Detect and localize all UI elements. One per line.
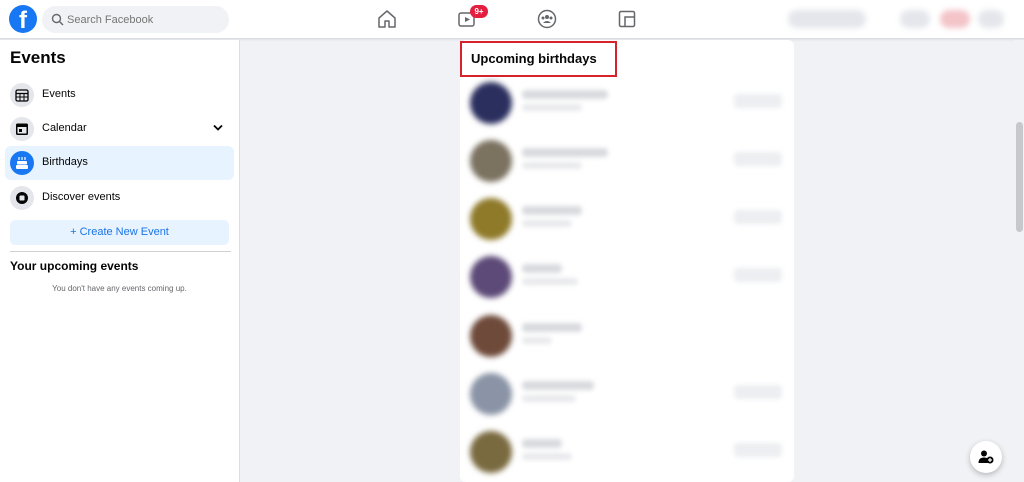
messenger-button[interactable] [940, 10, 970, 28]
redacted-detail [522, 395, 576, 402]
menu-button[interactable] [900, 10, 930, 28]
sidebar-item-birthdays[interactable]: Birthdays [5, 146, 234, 180]
redacted-action[interactable] [734, 385, 782, 399]
calendar-grid-icon [10, 83, 34, 107]
facebook-logo-icon[interactable]: f [9, 5, 37, 33]
profile-shortcut[interactable] [788, 10, 866, 28]
list-item[interactable] [462, 78, 792, 134]
events-sidebar: Events Events Calendar Birthdays Discove… [0, 40, 240, 482]
redacted-detail [522, 278, 578, 285]
redacted-action[interactable] [734, 152, 782, 166]
redacted-action[interactable] [734, 210, 782, 224]
redacted-name [522, 381, 594, 390]
upcoming-events-empty-message: You don't have any events coming up. [52, 284, 187, 293]
sidebar-divider [10, 251, 231, 252]
sidebar-item-events[interactable]: Events [5, 78, 234, 112]
avatar [470, 140, 512, 182]
redacted-action[interactable] [734, 94, 782, 108]
redacted-action[interactable] [734, 268, 782, 282]
list-item[interactable] [462, 369, 792, 425]
page-scrollbar[interactable] [1014, 40, 1024, 482]
search-input[interactable] [67, 6, 217, 33]
sidebar-item-label: Events [42, 88, 76, 100]
redacted-name [522, 90, 608, 99]
discover-icon [10, 186, 34, 210]
list-item[interactable] [462, 252, 792, 308]
redacted-name [522, 206, 582, 215]
redacted-name [522, 148, 608, 157]
redacted-detail [522, 220, 572, 227]
redacted-name [522, 264, 562, 273]
list-item[interactable] [462, 136, 792, 192]
page-title: Upcoming birthdays [471, 51, 597, 66]
sidebar-item-discover-events[interactable]: Discover events [5, 181, 234, 215]
list-item[interactable] [462, 427, 792, 482]
sidebar-title: Events [10, 48, 66, 67]
redacted-name [522, 323, 582, 332]
create-new-event-button[interactable]: + Create New Event [10, 220, 229, 245]
redacted-detail [522, 162, 582, 169]
redacted-action[interactable] [734, 443, 782, 457]
notification-badge: 9+ [470, 5, 488, 18]
upcoming-events-heading: Your upcoming events [10, 259, 139, 273]
redacted-detail [522, 453, 572, 460]
sidebar-item-label: Calendar [42, 122, 87, 134]
new-message-button[interactable] [970, 441, 1002, 473]
groups-icon[interactable] [537, 9, 557, 29]
contacts-icon [978, 450, 994, 464]
notifications-button[interactable] [978, 10, 1004, 28]
chevron-down-icon[interactable] [213, 124, 223, 132]
avatar [470, 82, 512, 124]
calendar-icon [10, 117, 34, 141]
redacted-name [522, 439, 562, 448]
avatar [470, 431, 512, 473]
avatar [470, 256, 512, 298]
redacted-detail [522, 104, 582, 111]
avatar [470, 373, 512, 415]
scrollbar-thumb[interactable] [1016, 122, 1023, 232]
redacted-detail [522, 337, 552, 344]
sidebar-item-label: Discover events [42, 191, 121, 203]
search-icon [51, 13, 64, 26]
sidebar-item-label: Birthdays [42, 156, 88, 168]
list-item[interactable] [462, 311, 792, 367]
list-item[interactable] [462, 194, 792, 250]
avatar [470, 315, 512, 357]
sidebar-item-calendar[interactable]: Calendar [5, 112, 234, 146]
gaming-icon[interactable] [617, 9, 637, 29]
home-icon[interactable] [377, 9, 397, 29]
birthday-cake-icon [10, 151, 34, 175]
avatar [470, 198, 512, 240]
top-navigation-bar: f 9+ [0, 0, 1024, 39]
search-box[interactable] [42, 6, 229, 33]
